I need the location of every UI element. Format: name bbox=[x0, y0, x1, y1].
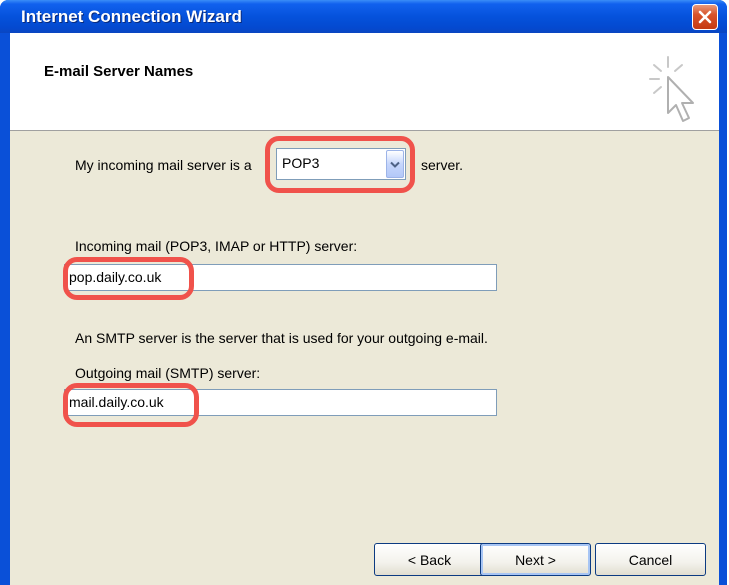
incoming-type-suffix: server. bbox=[421, 157, 464, 173]
combo-highlight bbox=[265, 136, 415, 193]
title-bar[interactable]: Internet Connection Wizard bbox=[0, 0, 727, 33]
incoming-server-label: Incoming mail (POP3, IMAP or HTTP) serve… bbox=[75, 238, 358, 254]
back-button[interactable]: < Back bbox=[374, 543, 485, 576]
close-button[interactable] bbox=[692, 4, 718, 30]
smtp-description: An SMTP server is the server that is use… bbox=[75, 330, 488, 346]
incoming-field-highlight bbox=[63, 257, 194, 300]
wizard-cursor-icon bbox=[649, 56, 694, 122]
next-button[interactable]: Next > bbox=[480, 543, 591, 576]
window-title: Internet Connection Wizard bbox=[21, 7, 242, 26]
wizard-header: E-mail Server Names bbox=[10, 33, 719, 131]
wizard-window: Internet Connection Wizard E-mail Server… bbox=[0, 0, 727, 585]
dialog-body: E-mail Server Names My incoming mail ser… bbox=[10, 33, 719, 585]
outgoing-server-label: Outgoing mail (SMTP) server: bbox=[75, 365, 261, 381]
outgoing-field-highlight bbox=[63, 383, 199, 427]
page-title: E-mail Server Names bbox=[44, 63, 194, 80]
cancel-button[interactable]: Cancel bbox=[595, 543, 706, 576]
close-icon bbox=[698, 10, 712, 24]
incoming-type-label: My incoming mail server is a bbox=[75, 157, 252, 173]
